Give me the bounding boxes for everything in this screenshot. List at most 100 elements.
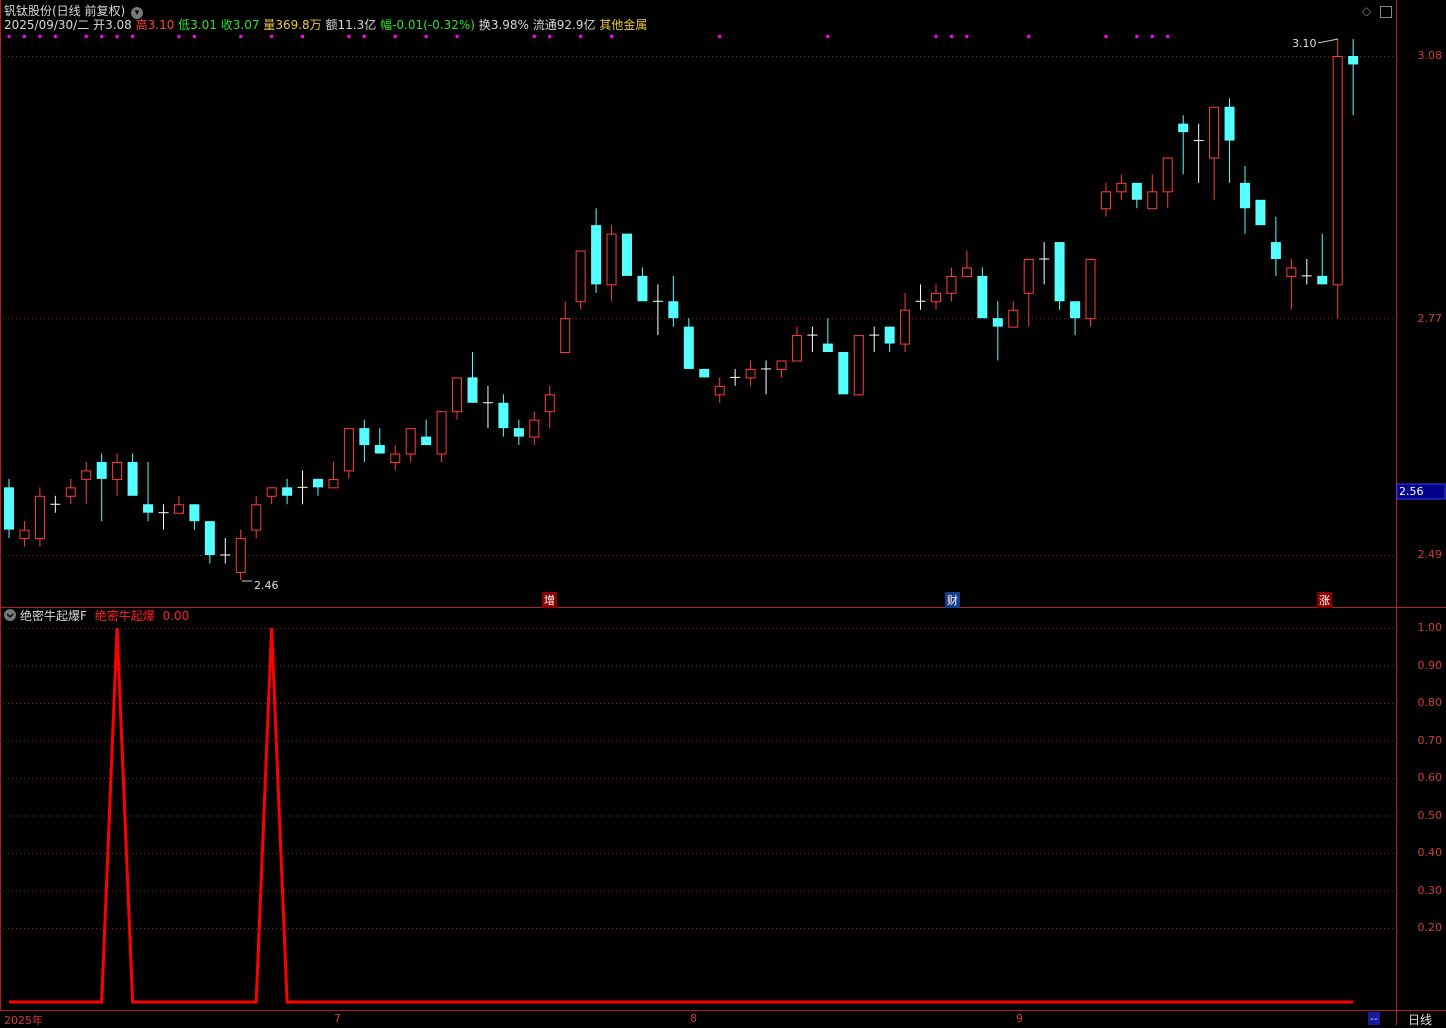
candle[interactable] [266,487,277,505]
candle[interactable] [961,250,972,277]
candle[interactable] [390,445,401,471]
candle[interactable] [65,478,76,505]
signal-dot [270,35,274,38]
candle[interactable] [915,284,926,310]
event-tag-increase[interactable]: 增 [542,592,557,608]
period-label[interactable]: 日线 [1408,1011,1432,1028]
candle[interactable] [884,326,895,353]
candle[interactable] [173,495,184,514]
candle[interactable] [1286,258,1297,310]
candle[interactable] [1070,301,1081,336]
candle[interactable] [1317,233,1328,285]
candle[interactable] [591,208,602,293]
candle[interactable] [1240,165,1250,234]
candle[interactable] [143,461,154,522]
candlestick-series[interactable] [4,39,1359,581]
candle[interactable] [822,318,833,353]
candle[interactable] [1131,182,1142,209]
candle[interactable] [313,478,323,496]
candle[interactable] [560,301,571,354]
candle[interactable] [513,419,524,446]
candle[interactable] [189,504,200,530]
candle[interactable] [328,461,339,489]
candle[interactable] [1085,258,1096,327]
candle[interactable] [745,360,756,386]
chart-canvas[interactable] [0,0,1446,1025]
candle[interactable] [652,284,663,336]
candle[interactable] [112,453,123,496]
candle[interactable] [1348,39,1359,116]
candle[interactable] [529,411,540,446]
candle[interactable] [96,453,107,522]
candle[interactable] [81,461,92,505]
candle[interactable] [4,478,14,539]
indicator-name[interactable]: 绝密牛起爆F [20,609,87,623]
candle[interactable] [931,284,941,310]
candle[interactable] [1023,258,1034,327]
candle[interactable] [1100,182,1111,217]
candle[interactable] [544,385,555,429]
candle[interactable] [452,377,463,420]
scroll-more-button[interactable]: -- [1368,1012,1380,1025]
candle[interactable] [220,538,231,564]
candle[interactable] [1054,242,1065,310]
candle[interactable] [467,352,478,403]
candle[interactable] [1332,39,1343,319]
candle[interactable] [158,504,169,530]
candle[interactable] [683,318,694,369]
candle[interactable] [776,360,787,378]
candle[interactable] [374,428,385,454]
candle-body-up [529,419,540,438]
candle[interactable] [1162,157,1173,209]
candle[interactable] [622,233,632,276]
candle[interactable] [34,487,45,547]
candle[interactable] [1193,123,1204,183]
candle[interactable] [297,470,308,505]
candle[interactable] [714,377,725,403]
candle[interactable] [436,411,447,462]
candle[interactable] [606,225,617,302]
candle[interactable] [946,267,957,302]
candle[interactable] [235,529,246,581]
candle[interactable] [1116,174,1127,200]
candle[interactable] [699,368,710,378]
candle[interactable] [575,250,586,310]
candle[interactable] [730,368,741,386]
candle[interactable] [1008,301,1019,328]
candle[interactable] [977,267,988,319]
candle[interactable] [992,301,1003,361]
candle[interactable] [251,495,262,539]
event-tag-limit-up[interactable]: 涨 [1317,592,1332,608]
event-tag-finance[interactable]: 财 [945,592,960,608]
candle[interactable] [869,326,880,353]
candle[interactable] [838,352,849,395]
candle[interactable] [1147,174,1158,210]
candle[interactable] [1270,216,1281,276]
candle[interactable] [498,394,509,437]
candle[interactable] [482,385,493,429]
candle[interactable] [204,521,215,564]
candle[interactable] [1224,98,1235,183]
candle[interactable] [19,521,30,547]
candle[interactable] [791,326,802,362]
candle[interactable] [900,292,911,353]
candle[interactable] [127,453,138,496]
indicator-series[interactable] [9,627,1354,1004]
indicator-settings-icon[interactable] [4,609,16,621]
candle[interactable] [761,360,772,395]
indicator-tick: 0.30 [1417,883,1443,897]
candle[interactable] [359,419,370,462]
candle[interactable] [343,428,354,479]
candle[interactable] [282,478,293,505]
candle[interactable] [1209,106,1220,200]
candle[interactable] [50,495,61,513]
candle[interactable] [637,267,648,302]
candle[interactable] [405,428,416,462]
candle[interactable] [1255,199,1266,226]
candle[interactable] [807,326,818,353]
candle[interactable] [421,419,432,446]
candle[interactable] [1178,115,1189,175]
candle[interactable] [1301,258,1312,285]
candle[interactable] [1039,242,1050,285]
candle[interactable] [853,335,864,396]
